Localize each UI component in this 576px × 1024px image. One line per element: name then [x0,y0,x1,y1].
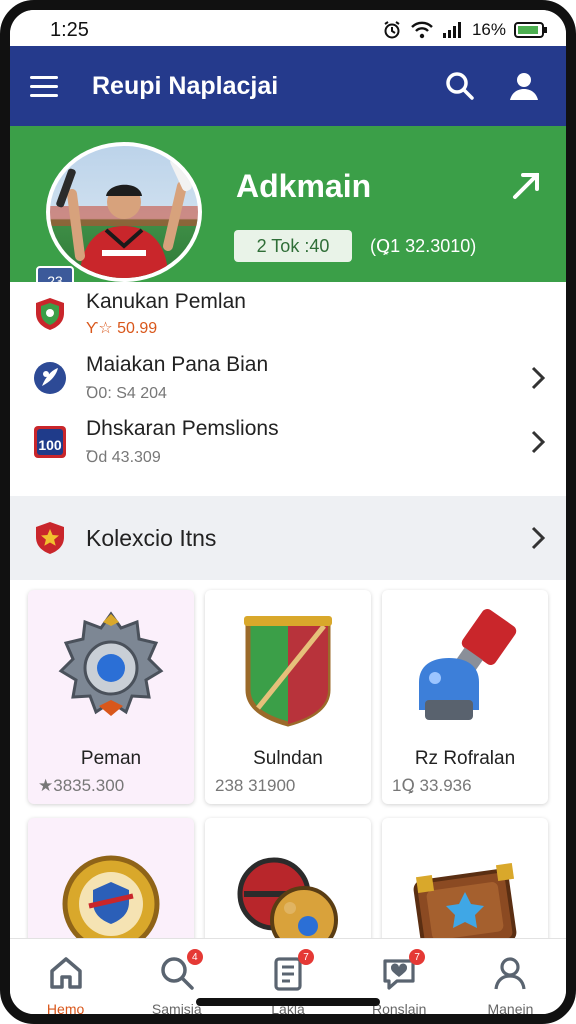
user-icon [510,73,538,100]
account-button[interactable] [502,64,546,108]
search-icon: 4 [157,949,203,993]
nav-label: Hemo [46,1001,85,1017]
potion-device-icon [419,609,517,720]
item-price: 238 31900 [215,776,296,795]
item-card[interactable]: Rz Rofralan 1Ꝗ 33.936 [382,590,548,804]
item-price: 1Ꝗ 33.936 [392,776,472,795]
nav-label: Manein [487,1001,534,1017]
nav-list[interactable]: 7 Lakla [232,939,343,1014]
achievement-list: Kanukan Pemlan Ƴ☆ 50.99 Maiakan Pana Bia… [10,282,566,474]
status-icons: 16% [382,20,548,40]
list-item[interactable]: Kanukan Pemlan Ƴ☆ 50.99 [10,282,566,346]
profile-banner: 23 Adkmain 2 Tok :40 (Ꝗ1 32.3010) [10,126,566,296]
status-bar: 1:25 16% [10,10,566,50]
list-item[interactable]: Maiakan Pana Bian Ꝺ0: S4 204 [10,346,566,410]
list-item-sub: Ꝺ0: S4 204 [86,385,167,402]
nav-search[interactable]: 4 Samisia [121,939,232,1017]
svg-text:100: 100 [38,437,62,453]
nav-home[interactable]: Hemo [10,939,121,1017]
item-name: Peman [80,748,142,769]
phone-frame: 1:25 16% Reupi Naplacjai 23 Adkmain 2 To… [0,0,576,1024]
expand-button[interactable] [506,166,546,206]
home-indicator[interactable] [196,998,380,1006]
battery-percent: 16% [471,20,506,39]
item-card[interactable]: Sulndan 238 31900 [205,590,371,804]
item-card[interactable]: Peman ★3835.300 [28,590,194,804]
item-name: Rz Rofralan [414,748,516,769]
notification-badge: 7 [298,949,314,965]
list-item-title: Dhskaran Pemslions [86,417,279,440]
nav-profile[interactable]: Manein [455,939,566,1017]
alarm-icon [382,20,402,40]
menu-icon[interactable] [30,68,66,104]
nav-label: Samisia [151,1001,202,1017]
avatar[interactable] [46,142,202,282]
gear-medal-icon [58,611,164,716]
search-icon [446,72,474,100]
collection-title: Kolexcio Itns [86,524,217,551]
home-icon [46,953,86,993]
profile-value: (Ꝗ1 32.3010) [370,236,477,256]
app-title: Reupi Naplacjai [92,71,279,100]
item-price: ★3835.300 [38,776,125,795]
nav-messages[interactable]: 7 Ronslain [344,939,455,1017]
app-bar: Reupi Naplacjai [10,46,566,126]
list-item-title: Kanukan Pemlan [86,290,246,313]
notification-badge: 7 [409,949,426,965]
shield-icon [36,298,64,330]
star-shield-icon [36,522,64,554]
emblem-icon [34,362,66,394]
profile-icon [490,953,530,993]
list-item-sub: Ꝺd 43.309 [86,449,161,466]
notification-badge: 4 [186,949,203,965]
bottom-nav: Hemo 4 Samisia 7 Lakla 7 Ronslain Manein [10,938,566,1017]
list-item-title: Maiakan Pana Bian [86,353,269,376]
item-name: Sulndan [253,748,323,769]
status-time: 1:25 [50,18,89,41]
chevron-right-icon[interactable] [524,364,552,392]
wifi-icon [410,21,434,39]
chevron-right-icon[interactable] [524,428,552,456]
token-chip[interactable]: 2 Tok :40 [234,230,352,262]
shield-item-icon [244,616,332,727]
list-icon: 7 [268,949,314,993]
collapse-arrows-icon [513,173,539,199]
chat-icon: 7 [379,949,426,993]
signal-icon [442,21,464,39]
player-photo [50,156,198,278]
nav-label: Ronslain [371,1001,427,1017]
collection-header[interactable]: Kolexcio Itns [10,496,566,580]
list-item[interactable]: 100 Dhskaran Pemslions Ꝺd 43.309 [10,410,566,474]
list-item-sub: Ƴ☆ 50.99 [86,320,158,337]
chevron-right-icon[interactable] [524,524,552,552]
battery-icon [514,21,548,39]
badge-100-icon: 100 [34,426,66,458]
profile-name: Adkmain [236,168,372,204]
search-button[interactable] [438,64,482,108]
